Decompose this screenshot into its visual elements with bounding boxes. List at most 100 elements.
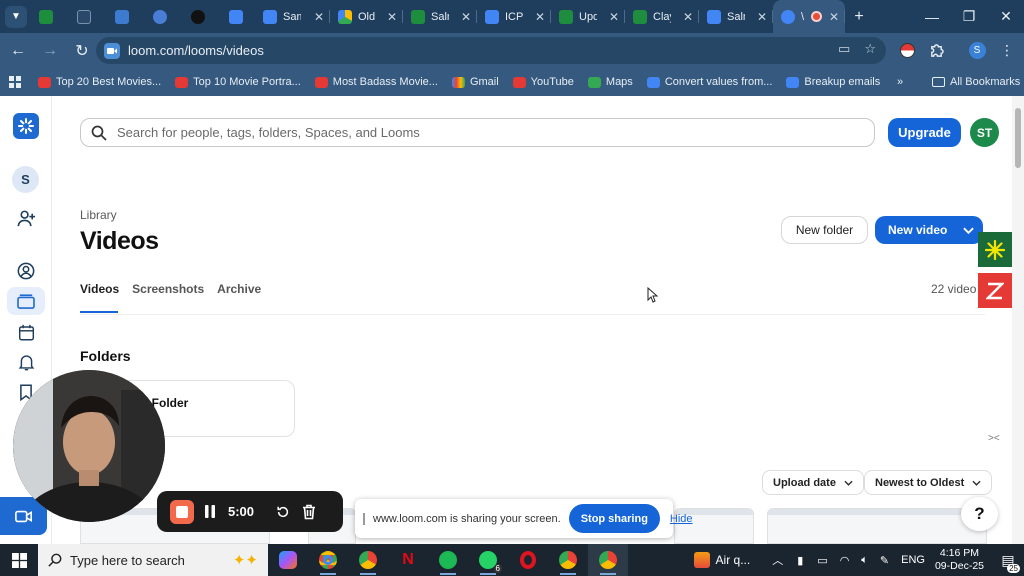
copilot-icon[interactable] xyxy=(268,544,308,576)
url-text[interactable]: loom.com/looms/videos xyxy=(128,43,264,58)
pokeball-extension-icon[interactable] xyxy=(893,36,921,64)
pinned-tab-upwork[interactable] xyxy=(179,0,217,33)
browser-menu-icon[interactable]: ⋮ xyxy=(993,36,1021,64)
pinned-tab-cube[interactable] xyxy=(103,0,141,33)
spotify-icon[interactable] xyxy=(428,544,468,576)
delete-trash-icon[interactable] xyxy=(302,504,316,520)
calendar-icon[interactable] xyxy=(14,320,38,344)
minimize-button[interactable]: — xyxy=(913,0,951,33)
bookmark-2[interactable]: Most Badass Movie... xyxy=(308,76,445,88)
library-icon[interactable] xyxy=(7,287,45,315)
user-avatar[interactable]: ST xyxy=(970,118,999,147)
bookmark-6[interactable]: Convert values from... xyxy=(640,76,780,88)
weather-icon[interactable] xyxy=(693,552,710,568)
bookmark-7[interactable]: Breakup emails xyxy=(779,76,887,88)
weather-text[interactable]: Air q... xyxy=(716,553,751,567)
close-icon[interactable]: ✕ xyxy=(609,10,619,24)
bookmark-3[interactable]: Gmail xyxy=(445,76,506,88)
notifications-bell-icon[interactable] xyxy=(14,350,38,374)
close-icon[interactable]: ✕ xyxy=(387,10,397,24)
restore-button[interactable]: ❐ xyxy=(950,0,988,33)
tab-5[interactable]: Clay ✕ xyxy=(625,0,699,33)
tab-0[interactable]: Sam ✕ xyxy=(255,0,330,33)
chrome-icon[interactable] xyxy=(308,544,348,576)
taskbar-search[interactable]: Type here to search ✦✦ xyxy=(38,544,268,576)
wifi-icon[interactable]: ◠ xyxy=(840,554,850,567)
whatsapp-icon[interactable]: 6 xyxy=(468,544,508,576)
invite-user-icon[interactable] xyxy=(14,206,38,230)
drag-handle-icon[interactable] xyxy=(363,512,365,525)
clock[interactable]: 4:16 PM 09-Dec-25 xyxy=(927,547,992,573)
tab-2[interactable]: Saln ✕ xyxy=(403,0,477,33)
close-window-button[interactable]: ✕ xyxy=(987,0,1024,33)
side-extension-z-icon[interactable] xyxy=(978,273,1012,308)
stop-sharing-button[interactable]: Stop sharing xyxy=(568,504,660,533)
loom-logo-icon[interactable] xyxy=(13,113,39,139)
apps-grid-icon[interactable] xyxy=(0,76,31,88)
help-button[interactable]: ? xyxy=(961,497,998,531)
close-icon[interactable]: ✕ xyxy=(314,10,324,24)
battery-icon[interactable]: ▭ xyxy=(817,554,827,567)
personal-profile-icon[interactable] xyxy=(14,259,38,283)
close-icon[interactable]: ✕ xyxy=(461,10,471,24)
notifications-icon[interactable]: ▤ 25 xyxy=(992,552,1024,573)
pinned-tab-draw[interactable] xyxy=(65,0,103,33)
tab-screenshots[interactable]: Screenshots xyxy=(132,282,204,296)
tab-1[interactable]: Old ✕ xyxy=(330,0,403,33)
pinned-tab-docs[interactable] xyxy=(217,0,255,33)
screen-cast-icon[interactable]: ▭ xyxy=(838,41,850,57)
bookmark-4[interactable]: YouTube xyxy=(506,76,581,88)
scrollbar-thumb[interactable] xyxy=(1015,108,1021,168)
address-bar[interactable]: loom.com/looms/videos ▭ ☆ xyxy=(96,37,886,64)
search-bar[interactable] xyxy=(80,118,875,147)
collapse-panel-icon[interactable]: >< xyxy=(988,433,1000,444)
webcam-bubble[interactable] xyxy=(13,370,165,522)
search-input[interactable] xyxy=(117,125,817,140)
tab-videos[interactable]: Videos xyxy=(80,282,119,296)
input-language[interactable]: ENG xyxy=(901,554,925,566)
upgrade-button[interactable]: Upgrade xyxy=(888,118,961,147)
usb-device-icon[interactable]: ▮ xyxy=(797,554,803,567)
workspace-avatar[interactable]: S xyxy=(12,166,39,193)
pinned-tab-sheets[interactable] xyxy=(27,0,65,33)
reload-button[interactable]: ↻ xyxy=(68,37,96,65)
tab-archive[interactable]: Archive xyxy=(217,282,261,296)
profile-avatar[interactable]: S xyxy=(963,36,991,64)
stop-recording-button[interactable] xyxy=(170,499,194,524)
chrome-profile-icon[interactable] xyxy=(348,544,388,576)
tab-active-loom[interactable]: \ ✕ xyxy=(773,0,845,33)
bookmark-5[interactable]: Maps xyxy=(581,76,640,88)
pause-icon[interactable] xyxy=(204,504,216,519)
site-info-icon[interactable] xyxy=(104,42,120,59)
new-tab-button[interactable]: + xyxy=(845,8,873,26)
tab-4[interactable]: Upd ✕ xyxy=(551,0,625,33)
sort-order-dropdown[interactable]: Newest to Oldest xyxy=(864,470,993,495)
side-extension-asterisk-icon[interactable] xyxy=(978,232,1012,267)
restart-icon[interactable] xyxy=(276,505,290,519)
video-card[interactable] xyxy=(767,508,987,544)
chrome-window-icon[interactable] xyxy=(548,544,588,576)
bookmark-star-icon[interactable]: ☆ xyxy=(864,41,876,57)
bookmark-1[interactable]: Top 10 Movie Portra... xyxy=(168,76,308,88)
close-icon[interactable]: ✕ xyxy=(829,10,839,24)
new-folder-button[interactable]: New folder xyxy=(781,216,868,244)
extensions-puzzle-icon[interactable] xyxy=(922,36,950,64)
sort-by-dropdown[interactable]: Upload date xyxy=(762,470,864,495)
chrome-active-window-icon[interactable] xyxy=(588,544,628,576)
forward-button[interactable]: → xyxy=(36,37,64,65)
all-bookmarks-button[interactable]: All Bookmarks xyxy=(925,76,1024,88)
close-icon[interactable]: ✕ xyxy=(757,10,767,24)
tab-3[interactable]: ICP ✕ xyxy=(477,0,551,33)
close-icon[interactable]: ✕ xyxy=(683,10,693,24)
windows-start-icon[interactable] xyxy=(0,544,38,576)
new-video-button[interactable]: New video xyxy=(875,216,983,244)
show-hidden-icons-icon[interactable]: ︿ xyxy=(772,552,783,568)
pen-icon[interactable]: ✎ xyxy=(880,554,889,567)
hide-link[interactable]: Hide xyxy=(670,513,693,525)
back-button[interactable]: ← xyxy=(4,37,32,65)
netflix-icon[interactable]: N xyxy=(388,544,428,576)
tab-6[interactable]: Saln ✕ xyxy=(699,0,773,33)
close-icon[interactable]: ✕ xyxy=(535,10,545,24)
tab-search-dropdown-icon[interactable]: ▼ xyxy=(5,5,27,28)
volume-icon[interactable]: 🔈︎ xyxy=(861,554,868,567)
